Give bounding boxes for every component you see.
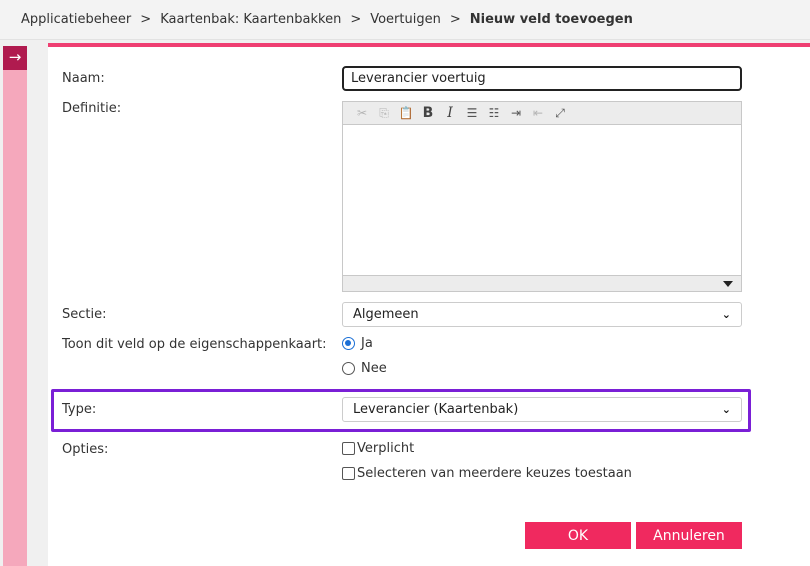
sectie-selected-value: Algemeen [353, 307, 419, 322]
breadcrumb-separator: > [449, 12, 461, 27]
type-selected-value: Leverancier (Kaartenbak) [353, 402, 519, 417]
breadcrumb-item-voertuigen[interactable]: Voertuigen [370, 12, 441, 27]
option-verplicht[interactable]: Verplicht [342, 441, 414, 456]
type-label: Type: [62, 402, 97, 417]
chevron-down-icon: ⌄ [721, 403, 731, 416]
verplicht-label: Verplicht [357, 441, 415, 456]
bullet-list-icon[interactable]: ☷ [485, 104, 503, 122]
naam-label: Naam: [62, 71, 105, 86]
radio-nee[interactable]: Nee [342, 361, 387, 376]
sectie-label: Sectie: [62, 307, 107, 322]
type-select[interactable]: Leverancier (Kaartenbak) ⌄ [342, 397, 742, 422]
resize-arrow-icon[interactable] [723, 281, 733, 287]
top-bar: Applicatiebeheer > Kaartenbak: Kaartenbakk… [0, 0, 810, 40]
breadcrumb-separator: > [140, 12, 152, 27]
copy-icon[interactable]: ⎘ [375, 104, 393, 122]
opties-label: Opties: [62, 442, 109, 457]
breadcrumb: Applicatiebeheer > Kaartenbak: Kaartenbakk… [21, 12, 633, 27]
bold-icon[interactable]: B [419, 104, 437, 122]
maximize-icon[interactable]: ⤢ [551, 104, 569, 122]
breadcrumb-current: Nieuw veld toevoegen [469, 12, 633, 27]
definitie-label: Definitie: [62, 101, 122, 116]
option-meerdere-keuzes[interactable]: Selecteren van meerdere keuzes toestaan [342, 466, 632, 481]
breadcrumb-item-kaartenbakken[interactable]: Kaartenbak: Kaartenbakken [160, 12, 341, 27]
toon-label: Toon dit veld op de eigenschappenkaart: [62, 337, 327, 352]
ok-button[interactable]: OK [525, 522, 631, 549]
italic-icon[interactable]: I [441, 104, 459, 122]
editor-status-bar [343, 275, 741, 291]
breadcrumb-item-applicatiebeheer[interactable]: Applicatiebeheer [21, 12, 131, 27]
cancel-button[interactable]: Annuleren [636, 522, 742, 549]
meerdere-keuzes-checkbox[interactable] [342, 467, 355, 480]
arrow-right-icon[interactable]: → [3, 46, 27, 70]
naam-input[interactable] [342, 66, 742, 91]
radio-nee-label: Nee [361, 361, 387, 376]
definitie-text-area[interactable] [343, 125, 741, 275]
breadcrumb-separator: > [350, 12, 362, 27]
sectie-select[interactable]: Algemeen ⌄ [342, 302, 742, 327]
radio-nee-button[interactable] [342, 362, 355, 375]
definitie-editor: ✂ ⎘ 📋 B I ☰ ☷ ⇥ ⇤ ⤢ [342, 101, 742, 292]
chevron-down-icon: ⌄ [721, 308, 731, 321]
verplicht-checkbox[interactable] [342, 442, 355, 455]
editor-toolbar: ✂ ⎘ 📋 B I ☰ ☷ ⇥ ⇤ ⤢ [343, 102, 741, 125]
indent-icon[interactable]: ⇥ [507, 104, 525, 122]
radio-ja-label: Ja [361, 336, 373, 351]
side-rail [3, 46, 27, 566]
paste-icon[interactable]: 📋 [397, 104, 415, 122]
numbered-list-icon[interactable]: ☰ [463, 104, 481, 122]
radio-ja[interactable]: Ja [342, 336, 373, 351]
outdent-icon[interactable]: ⇤ [529, 104, 547, 122]
radio-ja-button[interactable] [342, 337, 355, 350]
meerdere-keuzes-label: Selecteren van meerdere keuzes toestaan [357, 466, 632, 481]
cut-icon[interactable]: ✂ [353, 104, 371, 122]
